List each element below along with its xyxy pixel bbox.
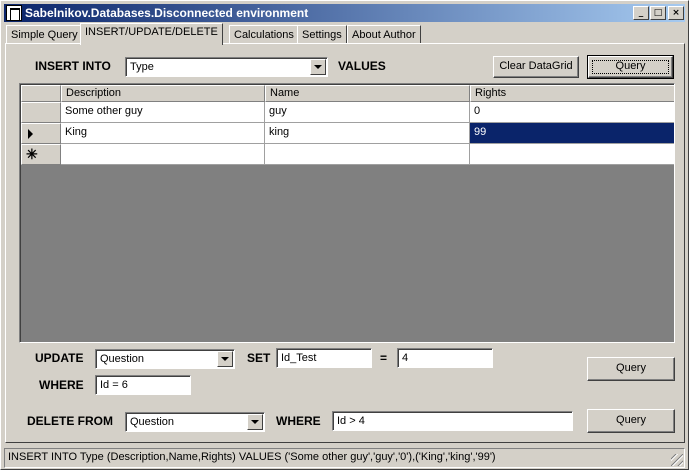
values-label: VALUES <box>338 59 386 73</box>
clear-datagrid-button[interactable]: Clear DataGrid <box>493 56 579 78</box>
column-header-rights[interactable]: Rights <box>470 85 674 102</box>
maximize-button[interactable]: □ <box>650 6 666 20</box>
new-row-asterisk-icon: ✳ <box>26 146 38 162</box>
insert-table-value: Type <box>130 61 154 73</box>
clear-datagrid-label: Clear DataGrid <box>499 60 573 72</box>
column-header-description[interactable]: Description <box>61 85 265 102</box>
tab-insert-update-delete[interactable]: INSERT/UPDATE/DELETE <box>80 23 223 45</box>
window-title: Sabelnikov.Databases.Disconnected enviro… <box>25 6 309 20</box>
update-where-value: Id = 6 <box>100 379 128 391</box>
app-window: Sabelnikov.Databases.Disconnected enviro… <box>0 0 689 470</box>
row-header[interactable]: ✳ <box>21 144 61 165</box>
grid-header-row: Description Name Rights <box>21 85 674 102</box>
update-query-button[interactable]: Query <box>587 357 675 381</box>
delete-where-value: Id > 4 <box>337 415 365 427</box>
cell-name[interactable]: king <box>265 123 470 144</box>
status-bar: INSERT INTO Type (Description,Name,Right… <box>4 448 685 468</box>
insert-table-combo[interactable]: Type <box>125 57 328 77</box>
new-cell-rights[interactable] <box>470 144 674 165</box>
delete-where-label: WHERE <box>276 414 321 428</box>
insert-query-label: Query <box>615 60 646 72</box>
cell-description[interactable]: King <box>61 123 265 144</box>
new-row[interactable]: ✳ <box>21 144 674 165</box>
set-label: SET <box>247 351 271 365</box>
grid-corner <box>21 85 61 102</box>
cell-rights-selected[interactable]: 99 <box>470 123 674 144</box>
set-value-input[interactable]: 4 <box>397 348 493 368</box>
minimize-button[interactable]: _ <box>633 6 649 20</box>
current-row-arrow-icon <box>28 129 33 139</box>
chevron-down-icon[interactable] <box>217 351 233 367</box>
update-table-value: Question <box>100 353 145 365</box>
chevron-down-icon[interactable] <box>310 59 326 75</box>
delete-table-value: Question <box>130 416 175 428</box>
app-icon[interactable] <box>6 5 22 21</box>
insert-query-button[interactable]: Query <box>587 55 674 79</box>
update-label: UPDATE <box>35 351 84 365</box>
tab-settings[interactable]: Settings <box>297 25 347 45</box>
equals-label: = <box>380 351 388 365</box>
cell-description[interactable]: Some other guy <box>61 102 265 123</box>
set-field-input[interactable]: Id_Test <box>276 348 372 368</box>
table-row[interactable]: King king 99 <box>21 123 674 144</box>
delete-table-combo[interactable]: Question <box>125 412 265 432</box>
title-bar[interactable]: Sabelnikov.Databases.Disconnected enviro… <box>4 4 685 22</box>
row-header[interactable] <box>21 102 61 123</box>
delete-query-label: Query <box>616 414 646 426</box>
chevron-down-icon[interactable] <box>247 414 263 430</box>
set-field-value: Id_Test <box>281 352 317 364</box>
tab-calculations[interactable]: Calculations <box>229 25 299 45</box>
delete-query-button[interactable]: Query <box>587 409 675 433</box>
new-cell-description[interactable] <box>61 144 265 165</box>
cell-name[interactable]: guy <box>265 102 470 123</box>
table-row[interactable]: Some other guy guy 0 <box>21 102 674 123</box>
set-value-text: 4 <box>402 352 409 364</box>
delete-from-label: DELETE FROM <box>27 414 113 428</box>
update-query-label: Query <box>616 362 646 374</box>
cell-rights[interactable]: 0 <box>470 102 674 123</box>
update-where-input[interactable]: Id = 6 <box>95 375 191 395</box>
resize-grip-icon[interactable] <box>671 454 683 466</box>
close-button[interactable]: × <box>668 6 684 20</box>
delete-where-input[interactable]: Id > 4 <box>332 411 573 431</box>
data-grid[interactable]: Description Name Rights Some other guy g… <box>19 83 675 343</box>
new-cell-name[interactable] <box>265 144 470 165</box>
tab-simple-query[interactable]: Simple Query <box>6 25 83 45</box>
row-header[interactable] <box>21 123 61 144</box>
column-header-name[interactable]: Name <box>265 85 470 102</box>
tab-about-author[interactable]: About Author <box>347 25 421 45</box>
update-table-combo[interactable]: Question <box>95 349 235 369</box>
insert-into-label: INSERT INTO <box>35 59 111 73</box>
update-where-label: WHERE <box>39 378 84 392</box>
status-text: INSERT INTO Type (Description,Name,Right… <box>8 451 496 463</box>
